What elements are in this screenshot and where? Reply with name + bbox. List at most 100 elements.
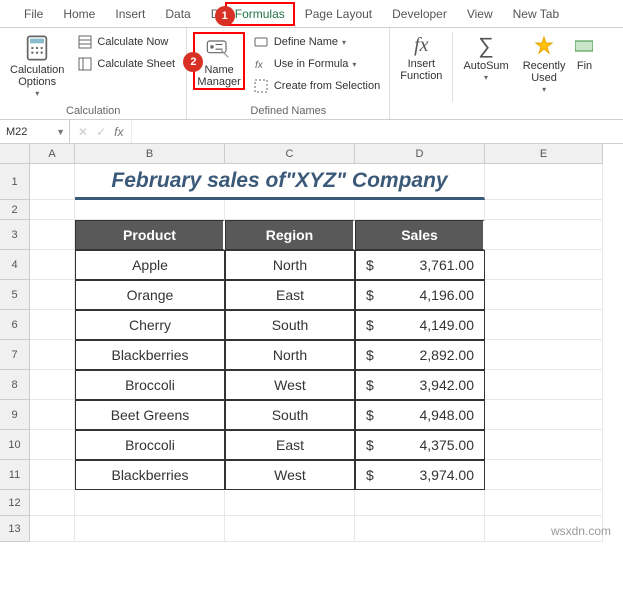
row-header[interactable]: 9 [0, 400, 30, 430]
table-cell-region[interactable]: South [225, 310, 355, 340]
table-cell-product[interactable]: Cherry [75, 310, 225, 340]
cell[interactable] [30, 340, 75, 370]
cell[interactable] [485, 490, 603, 516]
cell[interactable] [485, 340, 603, 370]
create-from-selection-button[interactable]: Create from Selection [251, 76, 383, 96]
cell[interactable] [485, 200, 603, 220]
cancel-icon[interactable]: ✕ [78, 125, 88, 139]
tab-new-tab[interactable]: New Tab [503, 2, 569, 26]
cell[interactable] [485, 250, 603, 280]
cell[interactable] [30, 370, 75, 400]
tab-view[interactable]: View [457, 2, 503, 26]
cell[interactable] [485, 164, 603, 200]
cell[interactable] [355, 490, 485, 516]
calculate-sheet-button[interactable]: Calculate Sheet [74, 54, 180, 74]
table-cell-sales[interactable]: $2,892.00 [355, 340, 485, 370]
use-in-formula-button[interactable]: fx Use in Formula ▾ [251, 54, 383, 74]
cell[interactable] [225, 490, 355, 516]
financial-button[interactable]: Fin [575, 32, 593, 74]
row-header[interactable]: 10 [0, 430, 30, 460]
table-cell-sales[interactable]: $4,375.00 [355, 430, 485, 460]
table-cell-product[interactable]: Beet Greens [75, 400, 225, 430]
table-cell-product[interactable]: Blackberries [75, 460, 225, 490]
table-cell-sales[interactable]: $3,974.00 [355, 460, 485, 490]
table-cell-product[interactable]: Broccoli [75, 430, 225, 460]
table-cell-region[interactable]: South [225, 400, 355, 430]
cell[interactable] [30, 250, 75, 280]
cell[interactable] [30, 516, 75, 542]
select-all-corner[interactable] [0, 144, 30, 164]
cell[interactable] [30, 220, 75, 250]
name-manager-button[interactable]: 2 Name Manager [193, 32, 244, 90]
recently-used-button[interactable]: Recently Used ▾ [519, 32, 570, 97]
row-header[interactable]: 13 [0, 516, 30, 542]
row-header[interactable]: 3 [0, 220, 30, 250]
autosum-button[interactable]: ∑ AutoSum ▾ [459, 32, 512, 85]
title-cell[interactable]: February sales of"XYZ" Company [75, 164, 485, 200]
enter-icon[interactable]: ✓ [96, 125, 106, 139]
cell[interactable] [30, 310, 75, 340]
row-header[interactable]: 5 [0, 280, 30, 310]
cell[interactable] [355, 200, 485, 220]
table-cell-region[interactable]: East [225, 280, 355, 310]
row-header[interactable]: 1 [0, 164, 30, 200]
table-cell-sales[interactable]: $4,948.00 [355, 400, 485, 430]
cell[interactable] [485, 460, 603, 490]
cell[interactable] [355, 516, 485, 542]
cell[interactable] [225, 200, 355, 220]
row-header[interactable]: 7 [0, 340, 30, 370]
cell[interactable] [75, 516, 225, 542]
tab-page-layout[interactable]: Page Layout [295, 2, 382, 26]
table-cell-region[interactable]: East [225, 430, 355, 460]
table-cell-sales[interactable]: $4,149.00 [355, 310, 485, 340]
table-header[interactable]: Sales [355, 220, 485, 250]
cell[interactable] [485, 220, 603, 250]
cell[interactable] [30, 164, 75, 200]
table-header[interactable]: Product [75, 220, 225, 250]
formula-input[interactable] [131, 120, 623, 143]
table-cell-product[interactable]: Broccoli [75, 370, 225, 400]
cell[interactable] [30, 460, 75, 490]
row-header[interactable]: 2 [0, 200, 30, 220]
table-cell-product[interactable]: Apple [75, 250, 225, 280]
row-header[interactable]: 8 [0, 370, 30, 400]
table-cell-region[interactable]: North [225, 340, 355, 370]
table-header[interactable]: Region [225, 220, 355, 250]
cell[interactable] [485, 310, 603, 340]
cell[interactable] [485, 280, 603, 310]
col-header[interactable]: A [30, 144, 75, 164]
table-cell-product[interactable]: Orange [75, 280, 225, 310]
col-header[interactable]: B [75, 144, 225, 164]
tab-insert[interactable]: Insert [105, 2, 155, 26]
cell[interactable] [485, 400, 603, 430]
fx-icon[interactable]: fx [114, 125, 123, 139]
tab-data[interactable]: Data [155, 2, 200, 26]
insert-function-button[interactable]: fx Insert Function [396, 32, 446, 84]
col-header[interactable]: C [225, 144, 355, 164]
table-cell-product[interactable]: Blackberries [75, 340, 225, 370]
table-cell-sales[interactable]: $4,196.00 [355, 280, 485, 310]
name-box[interactable]: M22 ▼ [0, 120, 70, 143]
cell[interactable] [225, 516, 355, 542]
cell[interactable] [30, 400, 75, 430]
table-cell-region[interactable]: North [225, 250, 355, 280]
tab-home[interactable]: Home [53, 2, 105, 26]
col-header[interactable]: D [355, 144, 485, 164]
cell[interactable] [30, 490, 75, 516]
col-header[interactable]: E [485, 144, 603, 164]
tab-formulas[interactable]: 1 Formulas [225, 2, 295, 26]
cell[interactable] [485, 370, 603, 400]
cell[interactable] [30, 200, 75, 220]
table-cell-sales[interactable]: $3,942.00 [355, 370, 485, 400]
cell[interactable] [30, 280, 75, 310]
tab-developer[interactable]: Developer [382, 2, 457, 26]
cell[interactable] [75, 200, 225, 220]
row-header[interactable]: 11 [0, 460, 30, 490]
cell[interactable] [75, 490, 225, 516]
define-name-button[interactable]: Define Name ▾ [251, 32, 383, 52]
cell[interactable] [485, 430, 603, 460]
calculation-options-button[interactable]: Calculation Options ▾ [6, 32, 68, 101]
row-header[interactable]: 6 [0, 310, 30, 340]
table-cell-region[interactable]: West [225, 460, 355, 490]
cell[interactable] [30, 430, 75, 460]
